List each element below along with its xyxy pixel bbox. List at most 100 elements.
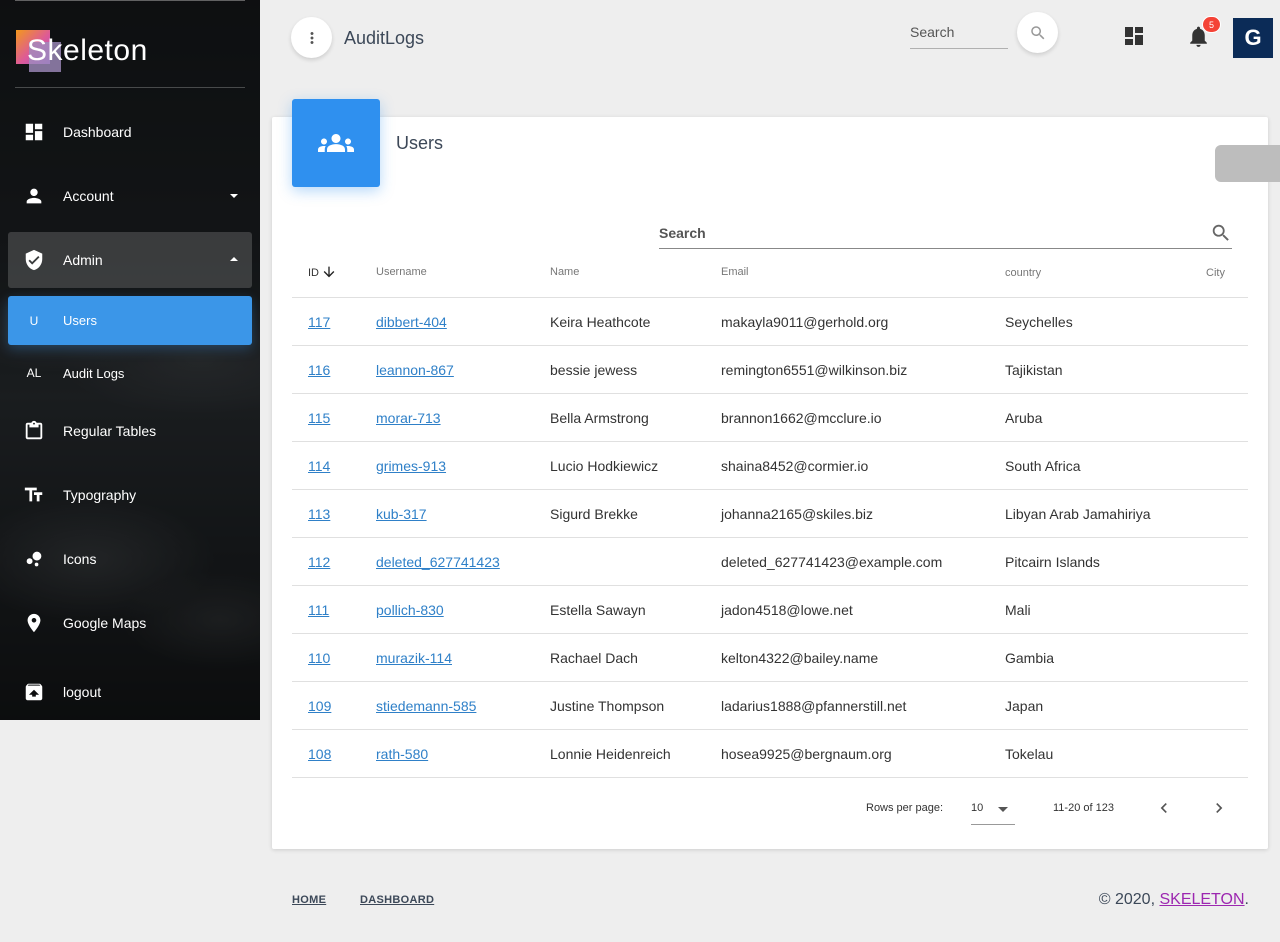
cell-username[interactable]: morar-713	[376, 410, 441, 426]
cell-id[interactable]: 113	[308, 506, 330, 522]
header-search-input[interactable]	[910, 22, 1008, 40]
header-search-button[interactable]	[1017, 12, 1058, 53]
table-row[interactable]: 117 dibbert-404 Keira Heathcote makayla9011…	[292, 298, 1248, 346]
previous-page-button[interactable]	[1153, 797, 1175, 819]
cell-username[interactable]: leannon-867	[376, 362, 454, 378]
cell-username[interactable]: pollich-830	[376, 602, 444, 618]
cell-email: makayla9011@gerhold.org	[721, 314, 889, 330]
logout-icon	[22, 680, 46, 704]
cell-name: Justine Thompson	[550, 698, 665, 714]
people-icon	[318, 134, 354, 152]
dashboard-icon	[1125, 27, 1143, 45]
cell-country: South Africa	[1005, 458, 1081, 474]
table-row[interactable]: 113 kub-317 Sigurd Brekke johanna2165@skile…	[292, 490, 1248, 538]
cell-country: Tokelau	[1005, 746, 1054, 762]
table-search-input[interactable]	[659, 216, 1179, 241]
table-search-field[interactable]	[659, 216, 1232, 249]
sidebar-item-users[interactable]: U Users	[8, 296, 252, 345]
sidebar: Skeleton Dashboard Account Admin U Users…	[0, 0, 260, 720]
cell-username[interactable]: deleted_627741423	[376, 554, 500, 570]
cell-username[interactable]: murazik-114	[376, 650, 452, 666]
sidebar-mini-label: U	[29, 313, 39, 328]
sidebar-item-label: Google Maps	[63, 615, 147, 631]
footer-link-home[interactable]: HOME	[292, 894, 326, 906]
header-search-field[interactable]	[910, 22, 1008, 49]
chevron-up-icon	[230, 257, 238, 261]
cell-country: Libyan Arab Jamahiriya	[1005, 506, 1151, 522]
column-header-username[interactable]: Username	[376, 266, 427, 278]
footer-link-dashboard[interactable]: DASHBOARD	[360, 894, 434, 906]
copyright-prefix: © 2020,	[1098, 891, 1156, 908]
page-title: AuditLogs	[344, 28, 425, 48]
settings-side-tab[interactable]	[1215, 145, 1280, 182]
cell-id[interactable]: 115	[308, 410, 330, 426]
cell-email: deleted_627741423@example.com	[721, 554, 943, 570]
brand-name: Skeleton	[27, 34, 148, 67]
cell-email: remington6551@wilkinson.biz	[721, 362, 908, 378]
cell-username[interactable]: stiedemann-585	[376, 698, 476, 714]
cell-id[interactable]: 116	[308, 362, 330, 378]
sidebar-mini-label: AL	[26, 366, 42, 380]
cell-email: jadon4518@lowe.net	[721, 602, 853, 618]
sidebar-item-icons[interactable]: Icons	[8, 535, 252, 583]
dashboard-icon	[22, 120, 46, 144]
table-row[interactable]: 108 rath-580 Lonnie Heidenreich hosea9925@b…	[292, 730, 1248, 778]
bubbles-icon	[22, 547, 46, 571]
column-header-id[interactable]: ID	[308, 266, 337, 280]
more-menu-button[interactable]	[291, 17, 332, 58]
table-row[interactable]: 116 leannon-867 bessie jewess remington6551…	[292, 346, 1248, 394]
cell-email: ladarius1888@pfannerstill.net	[721, 698, 907, 714]
sidebar-item-label: Dashboard	[63, 124, 132, 140]
search-icon	[1030, 25, 1044, 39]
sidebar-item-dashboard[interactable]: Dashboard	[8, 108, 252, 156]
table-row[interactable]: 109 stiedemann-585 Justine Thompson ladariu…	[292, 682, 1248, 730]
cell-id[interactable]: 111	[308, 602, 329, 618]
sidebar-item-audit-logs[interactable]: AL Audit Logs	[8, 352, 252, 394]
rows-per-page-value: 10	[971, 802, 984, 814]
sidebar-item-logout[interactable]: logout	[8, 668, 252, 716]
cell-country: Aruba	[1005, 410, 1043, 426]
dropdown-arrow-icon	[998, 807, 1008, 812]
sidebar-top-line	[15, 0, 245, 1]
table-row[interactable]: 115 morar-713 Bella Armstrong brannon1662@m…	[292, 394, 1248, 442]
cell-id[interactable]: 114	[308, 458, 330, 474]
sidebar-item-regular-tables[interactable]: Regular Tables	[8, 407, 252, 455]
search-icon[interactable]	[1210, 222, 1232, 244]
cell-username[interactable]: rath-580	[376, 746, 428, 762]
sidebar-item-google-maps[interactable]: Google Maps	[8, 599, 252, 647]
cell-id[interactable]: 109	[308, 698, 331, 714]
avatar[interactable]: G	[1233, 18, 1273, 58]
cell-id[interactable]: 117	[308, 314, 330, 330]
sidebar-item-label: Users	[63, 313, 97, 328]
cell-country: Japan	[1005, 698, 1044, 714]
sidebar-item-admin[interactable]: Admin	[8, 232, 252, 288]
brand-logo[interactable]: Skeleton	[15, 28, 147, 74]
cell-email: johanna2165@skiles.biz	[721, 506, 873, 522]
column-header-name[interactable]: Name	[550, 266, 579, 278]
cell-email: shaina8452@cormier.io	[721, 458, 869, 474]
person-icon	[22, 184, 46, 208]
table-row[interactable]: 111 pollich-830 Estella Sawayn jadon4518@lo…	[292, 586, 1248, 634]
column-header-email[interactable]: Email	[721, 266, 749, 278]
cell-username[interactable]: kub-317	[376, 506, 427, 522]
sidebar-item-label: Regular Tables	[63, 423, 157, 439]
cell-country: Mali	[1005, 602, 1031, 618]
table-row[interactable]: 110 murazik-114 Rachael Dach kelton4322@bai…	[292, 634, 1248, 682]
copyright-brand-link[interactable]: SKELETON	[1159, 891, 1244, 908]
table-row[interactable]: 114 grimes-913 Lucio Hodkiewicz shaina8452@…	[292, 442, 1248, 490]
sidebar-item-account[interactable]: Account	[8, 172, 252, 220]
table-row[interactable]: 112 deleted_627741423 deleted_627741423@ex…	[292, 538, 1248, 586]
sidebar-item-typography[interactable]: Typography	[8, 471, 252, 519]
cell-username[interactable]: dibbert-404	[376, 314, 447, 330]
cell-id[interactable]: 110	[308, 650, 330, 666]
dashboard-shortcut-button[interactable]	[1122, 24, 1146, 48]
next-page-button[interactable]	[1208, 797, 1230, 819]
column-header-city[interactable]: City	[1206, 267, 1225, 279]
shield-icon	[22, 248, 46, 272]
column-header-country[interactable]: country	[1005, 267, 1041, 279]
cell-id[interactable]: 112	[308, 554, 330, 570]
rows-per-page-select[interactable]: 10	[971, 797, 1015, 825]
cell-country: Tajikistan	[1005, 362, 1063, 378]
cell-username[interactable]: grimes-913	[376, 458, 446, 474]
cell-id[interactable]: 108	[308, 746, 331, 762]
